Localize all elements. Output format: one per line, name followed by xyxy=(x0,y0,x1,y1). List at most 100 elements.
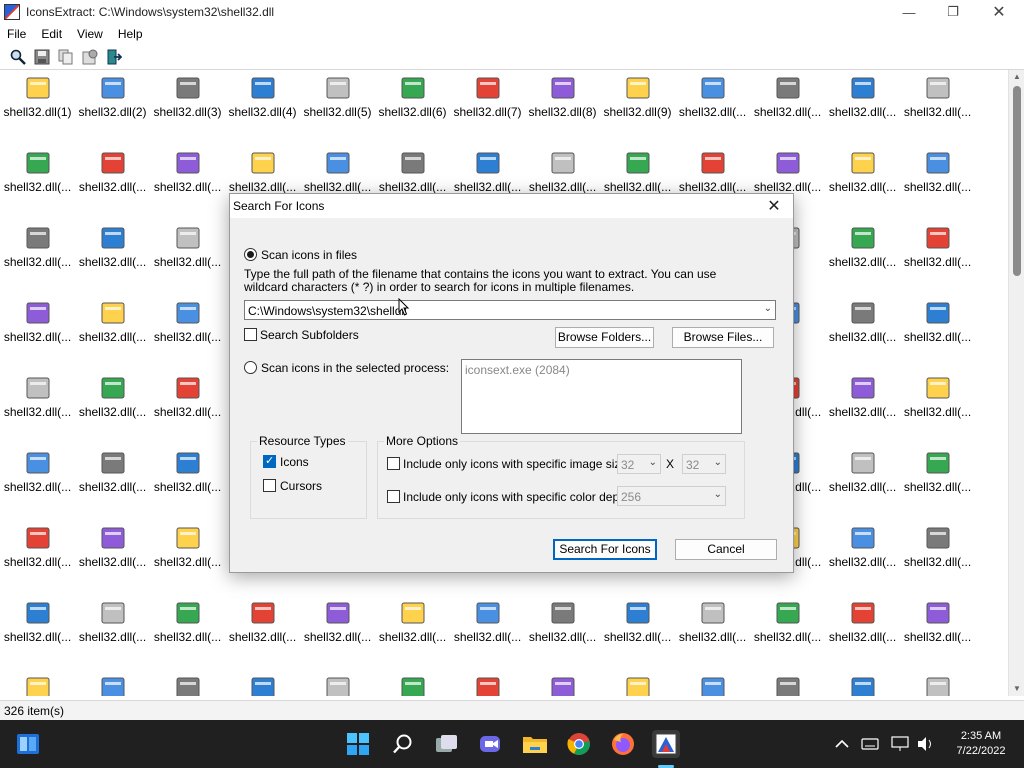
path-combobox[interactable]: C:\Windows\system32\shelldll ⌄ xyxy=(244,300,776,320)
icon-item[interactable]: shell32.dll(7) xyxy=(450,72,525,147)
icon-item[interactable] xyxy=(750,672,825,696)
exit-icon[interactable] xyxy=(104,47,124,67)
widgets-icon[interactable] xyxy=(14,730,42,758)
scrollbar-thumb[interactable] xyxy=(1013,86,1021,276)
properties-icon[interactable] xyxy=(80,47,100,67)
keyboard-icon[interactable] xyxy=(856,730,884,758)
icon-item[interactable]: shell32.dll(9) xyxy=(600,72,675,147)
icon-item[interactable] xyxy=(675,672,750,696)
icon-item[interactable]: shell32.dll(... xyxy=(825,372,900,447)
menu-file[interactable]: File xyxy=(0,27,34,41)
icon-item[interactable] xyxy=(900,672,975,696)
cursors-checkbox[interactable] xyxy=(263,479,276,492)
search-icon[interactable] xyxy=(8,47,28,67)
menu-help[interactable]: Help xyxy=(111,27,151,41)
search-subfolders-checkbox[interactable] xyxy=(244,328,257,341)
icon-item[interactable] xyxy=(150,672,225,696)
cancel-button[interactable]: Cancel xyxy=(675,539,777,560)
icon-item[interactable]: shell32.dll(3) xyxy=(150,72,225,147)
icon-item[interactable]: shell32.dll(... xyxy=(900,147,975,222)
dialog-close-button[interactable]: ✕ xyxy=(763,196,785,216)
icon-item[interactable]: shell32.dll(... xyxy=(825,72,900,147)
icon-item[interactable]: shell32.dll(... xyxy=(75,597,150,672)
icon-item[interactable]: shell32.dll(6) xyxy=(375,72,450,147)
icon-item[interactable]: shell32.dll(... xyxy=(0,597,75,672)
icon-item[interactable]: shell32.dll(... xyxy=(825,447,900,522)
icon-item[interactable]: shell32.dll(... xyxy=(750,597,825,672)
menu-edit[interactable]: Edit xyxy=(34,27,70,41)
icon-item[interactable]: shell32.dll(... xyxy=(75,297,150,372)
icon-item[interactable]: shell32.dll(... xyxy=(150,372,225,447)
size-width-combobox[interactable]: 32 ⌄ xyxy=(617,454,661,474)
icon-item[interactable] xyxy=(450,672,525,696)
task-view-icon[interactable] xyxy=(433,730,461,758)
icons-checkbox[interactable] xyxy=(263,454,276,468)
icon-item[interactable]: shell32.dll(... xyxy=(900,222,975,297)
chevron-up-icon[interactable] xyxy=(828,730,856,758)
icon-item[interactable]: shell32.dll(... xyxy=(300,597,375,672)
icon-item[interactable]: shell32.dll(... xyxy=(900,72,975,147)
minimize-button[interactable]: — xyxy=(886,0,932,24)
chrome-icon[interactable] xyxy=(565,730,593,758)
icon-item[interactable]: shell32.dll(... xyxy=(0,222,75,297)
file-explorer-icon[interactable] xyxy=(521,730,549,758)
icon-item[interactable]: shell32.dll(... xyxy=(900,597,975,672)
icon-item[interactable]: shell32.dll(... xyxy=(75,447,150,522)
scroll-down-arrow[interactable]: ▼ xyxy=(1009,682,1024,696)
icon-item[interactable]: shell32.dll(... xyxy=(0,297,75,372)
scan-process-radio[interactable] xyxy=(244,361,257,374)
clock[interactable]: 2:35 AM 7/22/2022 xyxy=(946,729,1016,759)
icon-item[interactable] xyxy=(525,672,600,696)
color-depth-checkbox[interactable] xyxy=(387,490,400,503)
icon-item[interactable]: shell32.dll(... xyxy=(825,597,900,672)
icon-item[interactable] xyxy=(225,672,300,696)
icon-item[interactable] xyxy=(75,672,150,696)
icon-item[interactable]: shell32.dll(... xyxy=(225,597,300,672)
volume-icon[interactable] xyxy=(912,730,940,758)
icon-item[interactable] xyxy=(300,672,375,696)
icon-item[interactable]: shell32.dll(... xyxy=(75,372,150,447)
copy-icon[interactable] xyxy=(56,47,76,67)
icon-item[interactable]: shell32.dll(... xyxy=(825,222,900,297)
icon-item[interactable]: shell32.dll(... xyxy=(150,522,225,597)
icon-item[interactable]: shell32.dll(... xyxy=(0,447,75,522)
iconsextract-taskbar-icon[interactable] xyxy=(652,730,680,758)
icon-item[interactable]: shell32.dll(... xyxy=(0,522,75,597)
icon-item[interactable]: shell32.dll(2) xyxy=(75,72,150,147)
icon-item[interactable]: shell32.dll(8) xyxy=(525,72,600,147)
icon-item[interactable]: shell32.dll(... xyxy=(0,372,75,447)
chat-icon[interactable] xyxy=(477,730,505,758)
icon-item[interactable]: shell32.dll(... xyxy=(375,597,450,672)
icon-item[interactable]: shell32.dll(... xyxy=(150,222,225,297)
icon-item[interactable]: shell32.dll(... xyxy=(825,297,900,372)
icon-item[interactable]: shell32.dll(... xyxy=(150,147,225,222)
search-for-icons-button[interactable]: Search For Icons xyxy=(553,539,657,560)
icon-item[interactable]: shell32.dll(... xyxy=(0,147,75,222)
icon-item[interactable]: shell32.dll(... xyxy=(900,372,975,447)
color-depth-combobox[interactable]: 256 ⌄ xyxy=(617,486,726,506)
icon-item[interactable]: shell32.dll(... xyxy=(150,597,225,672)
maximize-button[interactable]: ❐ xyxy=(930,0,976,24)
process-item[interactable]: iconsext.exe (2084) xyxy=(465,363,570,377)
icon-item[interactable]: shell32.dll(... xyxy=(600,597,675,672)
search-icon[interactable] xyxy=(389,730,417,758)
icon-item[interactable]: shell32.dll(... xyxy=(675,72,750,147)
icon-item[interactable] xyxy=(825,672,900,696)
process-listbox[interactable]: iconsext.exe (2084) xyxy=(461,359,742,434)
icon-item[interactable]: shell32.dll(... xyxy=(825,522,900,597)
icon-item[interactable]: shell32.dll(4) xyxy=(225,72,300,147)
icon-item[interactable]: shell32.dll(... xyxy=(75,522,150,597)
vertical-scrollbar[interactable]: ▲ ▼ xyxy=(1008,70,1024,696)
firefox-icon[interactable] xyxy=(609,730,637,758)
menu-view[interactable]: View xyxy=(70,27,111,41)
icon-item[interactable]: shell32.dll(... xyxy=(900,297,975,372)
chevron-down-icon[interactable]: ⌄ xyxy=(764,303,772,314)
scan-files-radio[interactable] xyxy=(244,248,257,261)
save-icon[interactable] xyxy=(32,47,52,67)
icon-item[interactable]: shell32.dll(... xyxy=(525,597,600,672)
icon-item[interactable]: shell32.dll(... xyxy=(900,522,975,597)
icon-item[interactable]: shell32.dll(... xyxy=(75,147,150,222)
browse-folders-button[interactable]: Browse Folders... xyxy=(555,327,654,348)
icon-item[interactable]: shell32.dll(... xyxy=(75,222,150,297)
icon-item[interactable] xyxy=(600,672,675,696)
